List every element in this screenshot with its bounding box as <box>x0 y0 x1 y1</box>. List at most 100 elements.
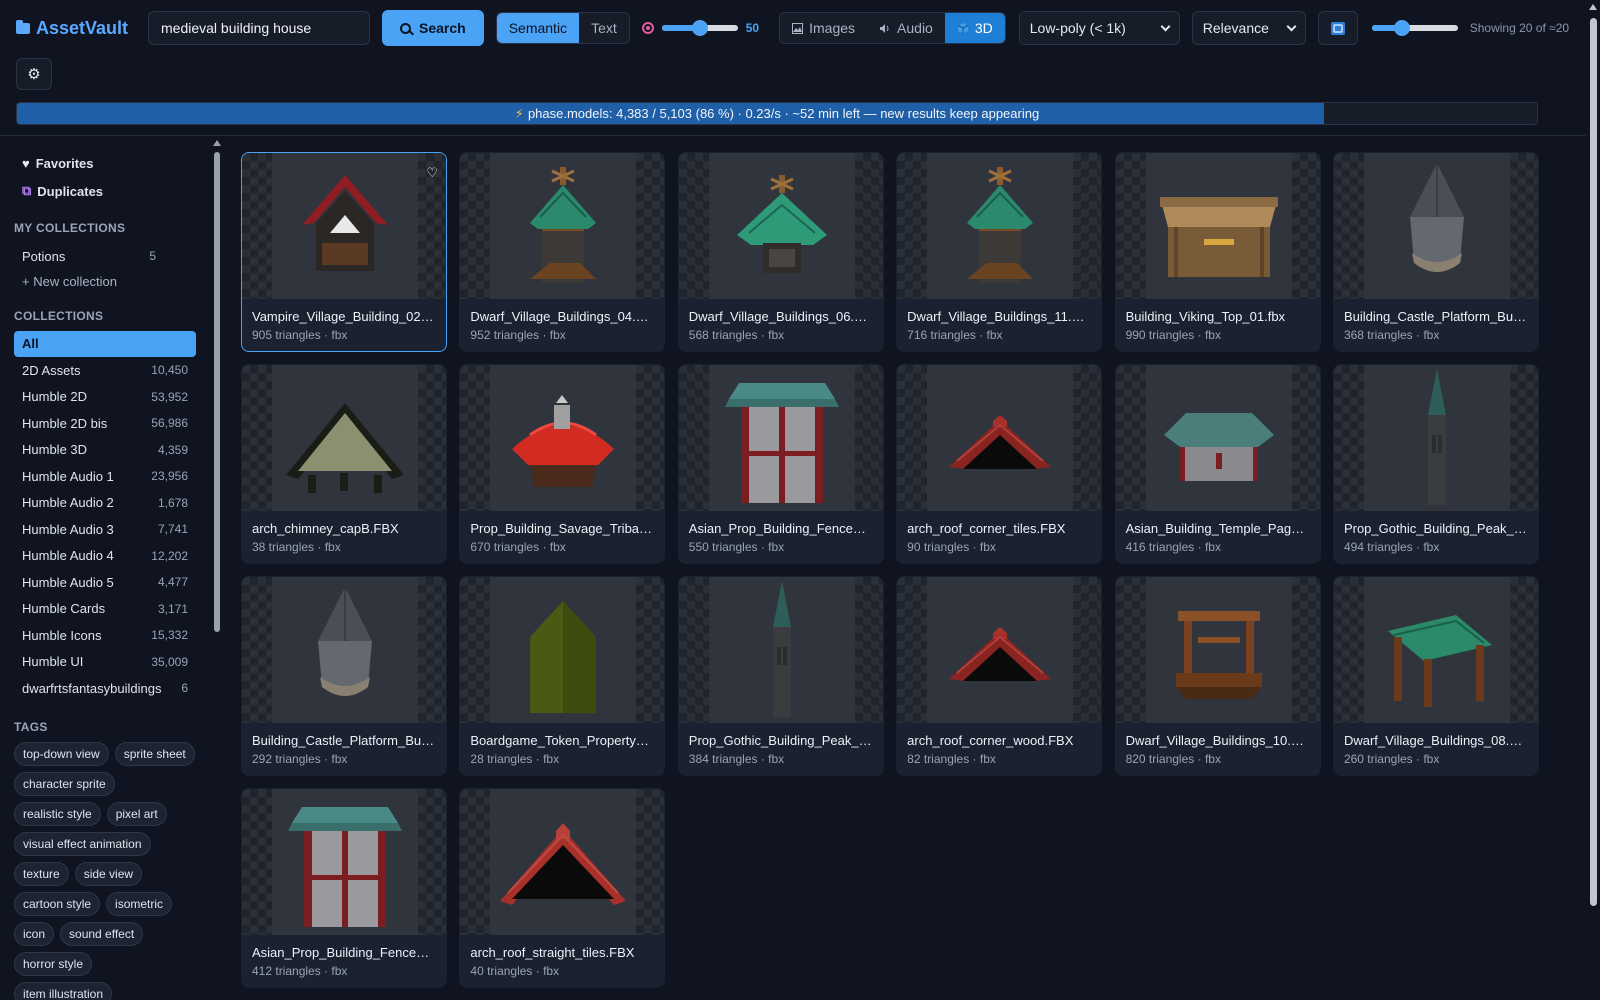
tag-chip[interactable]: sound effect <box>60 921 144 946</box>
collection-item[interactable]: Humble 2D bis 56,986 <box>14 410 196 437</box>
asset-thumbnail[interactable] <box>1115 577 1320 723</box>
app-logo[interactable]: AssetVault <box>16 18 136 39</box>
search-button[interactable]: Search <box>382 10 484 46</box>
asset-thumbnail[interactable] <box>242 365 446 511</box>
asset-thumbnail[interactable] <box>1333 577 1538 723</box>
tag-chip[interactable]: sprite sheet <box>114 741 195 766</box>
size-slider-track[interactable] <box>1371 20 1458 36</box>
asset-card[interactable]: Prop_Gothic_Building_Peak_Roof... 494 tri… <box>1332 364 1539 564</box>
images-tab[interactable]: Images <box>780 13 868 43</box>
asset-thumbnail[interactable] <box>1115 153 1320 299</box>
tag-chip[interactable]: character sprite <box>14 771 115 796</box>
page-scrollbar[interactable] <box>1586 0 1600 1000</box>
asset-card[interactable]: Prop_Building_Savage_Tribal_Tu... 670 tri… <box>459 364 666 564</box>
duplicates-link[interactable]: ⧉ Duplicates <box>14 177 196 205</box>
asset-thumbnail[interactable] <box>242 577 446 723</box>
semantic-weight-slider[interactable]: 50 <box>641 20 759 36</box>
sidebar-scrollbar[interactable] <box>212 138 222 1000</box>
collection-item[interactable]: Humble UI 35,009 <box>14 649 196 676</box>
collection-item[interactable]: Humble 3D 4,359 <box>14 437 196 464</box>
asset-card[interactable]: arch_roof_straight_tiles.FBX 40 triangles… <box>459 788 666 988</box>
semantic-mode-button[interactable]: Semantic <box>496 13 580 43</box>
new-collection-link[interactable]: + New collection <box>14 270 196 293</box>
audio-tab[interactable]: Audio <box>867 13 945 43</box>
asset-card[interactable]: Asian_Prop_Building_Fence_Wall... 550 tri… <box>677 364 884 564</box>
asset-thumbnail[interactable] <box>1333 153 1538 299</box>
asset-thumbnail[interactable]: ♡ <box>242 153 446 299</box>
asset-card[interactable]: arch_roof_corner_tiles.FBX 90 triangles ·… <box>896 364 1103 564</box>
top-toolbar: AssetVault Search Semantic Text 50 Image… <box>0 0 1586 56</box>
tag-chip[interactable]: cartoon style <box>14 891 101 916</box>
collection-item[interactable]: Humble Audio 2 1,678 <box>14 490 196 517</box>
collection-item[interactable]: dwarfrtsfantasybuildings 6 <box>14 675 196 702</box>
collection-item[interactable]: Humble 2D 53,952 <box>14 384 196 411</box>
poly-filter-select[interactable]: Low-poly (< 1k) <box>1018 11 1180 45</box>
asset-thumbnail[interactable] <box>460 577 665 723</box>
asset-card[interactable]: ♡ Vampire_Village_Building_02.FBX 905 tria… <box>241 152 447 352</box>
tag-chip[interactable]: horror style <box>14 951 93 976</box>
sidebar-scroll-thumb[interactable] <box>214 152 220 632</box>
asset-card[interactable]: Dwarf_Village_Buildings_10.FBX 820 triang… <box>1114 576 1321 776</box>
asset-thumbnail[interactable] <box>1333 365 1538 511</box>
weight-slider-track[interactable] <box>661 20 738 36</box>
sort-select[interactable]: Relevance <box>1191 11 1306 45</box>
text-mode-button[interactable]: Text <box>579 13 629 43</box>
asset-thumbnail[interactable] <box>897 577 1102 723</box>
asset-thumbnail[interactable] <box>897 365 1102 511</box>
asset-thumbnail[interactable] <box>678 153 883 299</box>
tag-chip[interactable]: isometric <box>106 891 173 916</box>
tag-chip[interactable]: realistic style <box>14 801 101 826</box>
scroll-up-arrow-icon[interactable] <box>1589 4 1597 10</box>
model-preview <box>927 577 1074 723</box>
asset-thumbnail[interactable] <box>242 789 446 935</box>
thumbnail-size-slider[interactable] <box>1371 20 1458 36</box>
search-input[interactable] <box>148 11 370 45</box>
tag-chip[interactable]: item illustration <box>14 981 113 1000</box>
asset-thumbnail[interactable] <box>678 577 883 723</box>
collection-item[interactable]: Humble Audio 5 4,477 <box>14 569 196 596</box>
tag-chip[interactable]: top-down view <box>14 741 109 766</box>
asset-thumbnail[interactable] <box>897 153 1102 299</box>
3d-tab[interactable]: 3D <box>944 13 1005 43</box>
asset-card[interactable]: Dwarf_Village_Buildings_08.FBX 260 triang… <box>1332 576 1539 776</box>
tag-chip[interactable]: pixel art <box>106 801 167 826</box>
asset-card[interactable]: Prop_Gothic_Building_Peak_Roof... 384 tri… <box>677 576 884 776</box>
tag-chip[interactable]: icon <box>14 921 55 946</box>
asset-card[interactable]: Building_Castle_Platform_Buildin... 368 t… <box>1332 152 1539 352</box>
asset-thumbnail[interactable] <box>460 365 665 511</box>
scroll-up-arrow-icon[interactable] <box>213 140 221 146</box>
asset-thumbnail[interactable] <box>460 153 665 299</box>
favorite-heart-icon[interactable]: ♡ <box>426 165 438 181</box>
collection-item[interactable]: Humble Audio 1 23,956 <box>14 463 196 490</box>
collection-item[interactable]: 2D Assets 10,450 <box>14 357 196 384</box>
collection-item[interactable]: Humble Cards 3,171 <box>14 596 196 623</box>
collection-item[interactable]: Humble Icons 15,332 <box>14 622 196 649</box>
tag-chip[interactable]: texture <box>14 861 69 886</box>
favorites-link[interactable]: ♥ Favorites <box>14 150 196 177</box>
collection-item[interactable]: Humble Audio 3 7,741 <box>14 516 196 543</box>
weight-slider-knob[interactable] <box>691 20 708 36</box>
asset-card[interactable]: Boardgame_Token_Property_Gre... 28 triang… <box>459 576 666 776</box>
tag-chip[interactable]: side view <box>74 861 143 886</box>
asset-thumbnail[interactable] <box>678 365 883 511</box>
asset-thumbnail[interactable] <box>460 789 665 935</box>
size-slider-knob[interactable] <box>1393 20 1410 36</box>
asset-card[interactable]: Dwarf_Village_Buildings_04.FBX 952 triang… <box>459 152 666 352</box>
page-scroll-thumb[interactable] <box>1590 18 1597 906</box>
asset-card[interactable]: Building_Castle_Platform_Buildin... 292 t… <box>241 576 447 776</box>
asset-card[interactable]: arch_chimney_capB.FBX 38 triangles · fbx <box>241 364 447 564</box>
settings-button[interactable]: ⚙ <box>16 58 52 90</box>
asset-card[interactable]: Dwarf_Village_Buildings_11.FBX 716 triang… <box>896 152 1103 352</box>
asset-thumbnail[interactable] <box>1115 365 1320 511</box>
tag-chip[interactable]: visual effect animation <box>14 831 151 856</box>
asset-card[interactable]: arch_roof_corner_wood.FBX 82 triangles · … <box>896 576 1103 776</box>
asset-card[interactable]: Building_Viking_Top_01.fbx 990 triangles … <box>1114 152 1321 352</box>
collection-count: 23,956 <box>151 469 188 484</box>
asset-card[interactable]: Asian_Prop_Building_Fence_Wall... 412 tri… <box>241 788 447 988</box>
asset-card[interactable]: Asian_Building_Temple_Pagoda_... 416 tria… <box>1114 364 1321 564</box>
view-toggle-button[interactable] <box>1317 11 1358 45</box>
my-collection-item[interactable]: Potions 5 <box>14 243 196 270</box>
collection-item[interactable]: Humble Audio 4 12,202 <box>14 543 196 570</box>
collection-item[interactable]: All <box>14 330 196 357</box>
asset-card[interactable]: Dwarf_Village_Buildings_06.FBX 568 triang… <box>677 152 884 352</box>
